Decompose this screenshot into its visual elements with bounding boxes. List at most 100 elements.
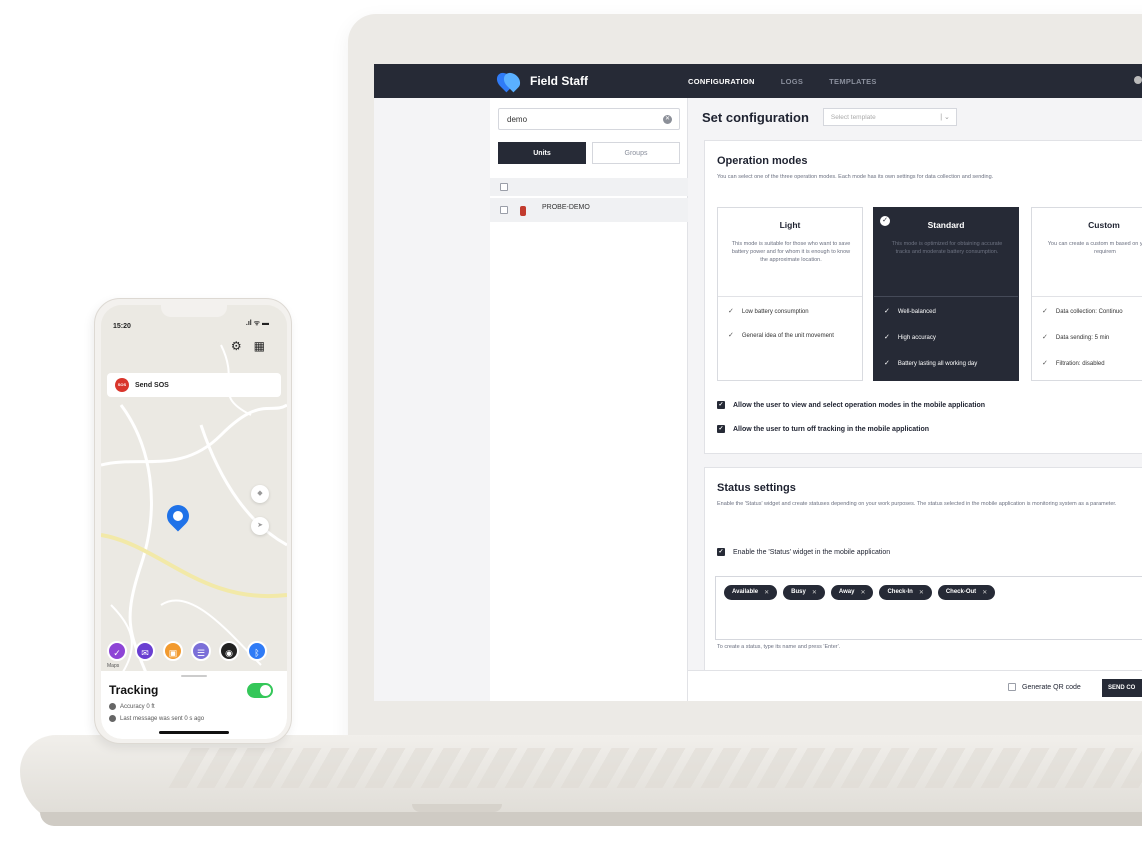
check-icon: ✓ [1042, 308, 1048, 315]
bluetooth-app-icon[interactable]: ᛒ [247, 641, 267, 661]
template-placeholder: Select template [830, 114, 876, 121]
select-all-checkbox[interactable] [500, 183, 508, 191]
mode-name: Light [779, 220, 801, 230]
laptop-notch [412, 804, 502, 812]
checkbox-checked-icon[interactable]: ✓ [717, 401, 725, 409]
remove-icon[interactable]: ✕ [982, 589, 987, 596]
maps-attribution: Maps [107, 663, 120, 669]
remove-icon[interactable]: ✕ [860, 589, 865, 596]
status-input[interactable]: Available ✕ Busy ✕ Away ✕ Check-In ✕ Check-O… [715, 576, 1142, 640]
status-chip[interactable]: Check-Out ✕ [937, 585, 996, 600]
search-value: demo [507, 115, 528, 124]
tracking-toggle[interactable] [247, 683, 273, 698]
tab-logs[interactable]: LOGS [781, 77, 803, 86]
check-icon: ✓ [728, 308, 734, 315]
checkbox-checked-icon[interactable]: ✓ [717, 425, 725, 433]
status-chip[interactable]: Check-In ✕ [879, 585, 932, 600]
status-chip[interactable]: Busy ✕ [783, 585, 825, 600]
divider [874, 296, 1018, 297]
segment-units[interactable]: Units [498, 142, 586, 164]
mode-feature: ✓ Battery lasting all working day [884, 360, 978, 367]
send-config-button[interactable]: SEND CO [1102, 679, 1142, 697]
mode-standard[interactable]: ✓ Standard This mode is optimized for ob… [873, 207, 1019, 381]
grid-icon[interactable]: ▦ [254, 339, 265, 353]
clear-icon[interactable]: ✕ [663, 115, 672, 124]
mode-custom[interactable]: Custom You can create a custom m based o… [1031, 207, 1142, 381]
sheet-handle[interactable] [181, 675, 207, 677]
qr-checkbox[interactable] [1008, 683, 1016, 691]
search-input[interactable]: demo ✕ [498, 108, 680, 130]
accuracy-icon [109, 703, 116, 710]
send-sos-button[interactable]: SOS Send SOS [107, 373, 281, 397]
user-icon[interactable] [1134, 76, 1142, 84]
option-view-select-modes[interactable]: ✓ Allow the user to view and select oper… [717, 401, 985, 409]
status-chip[interactable]: Available ✕ [724, 585, 778, 600]
config-header: Set configuration Select template | ⌄ [702, 108, 957, 126]
phone-notch [161, 305, 227, 317]
checkbox-checked-icon[interactable]: ✓ [717, 548, 725, 556]
mode-description: You can create a custom m based on your … [1047, 241, 1142, 255]
sos-label: Send SOS [135, 381, 169, 389]
sos-icon: SOS [115, 378, 129, 392]
qr-label: Generate QR code [1022, 683, 1081, 691]
signal-battery-icon: .ıl ᯤ ▬ [245, 320, 269, 327]
tab-configuration[interactable]: CONFIGURATION [688, 77, 755, 86]
divider [718, 296, 862, 297]
photo-app-icon[interactable]: ▣ [163, 641, 183, 661]
mode-feature: ✓ Well-balanced [884, 308, 936, 315]
status-time: 15:20 [113, 323, 131, 330]
page-title: Set configuration [702, 109, 809, 125]
unit-row[interactable]: PROBE-DEMO [490, 198, 688, 222]
tracking-title: Tracking [109, 683, 159, 697]
remove-icon[interactable]: ✕ [764, 589, 769, 596]
layers-icon[interactable]: ◆ [251, 485, 269, 503]
check-icon: ✓ [884, 360, 890, 367]
status-chip[interactable]: Away ✕ [830, 585, 874, 600]
chat-app-icon[interactable]: ✉ [135, 641, 155, 661]
locate-icon[interactable]: ➤ [251, 517, 269, 535]
laptop-base-edge [40, 812, 1142, 826]
status-settings-title: Status settings [717, 482, 796, 494]
status-hint: To create a status, type its name and pr… [717, 644, 841, 650]
brand[interactable]: Field Staff [498, 70, 688, 92]
check-app-icon[interactable]: ✓ [107, 641, 127, 661]
mode-feature: ✓ Low battery consumption [728, 308, 809, 315]
mode-description: This mode is optimized for obtaining acc… [891, 241, 1003, 255]
unit-icon [520, 206, 526, 216]
status-settings-card: Status settings Enable the 'Status' widg… [704, 467, 1142, 677]
check-icon: ✓ [728, 332, 734, 339]
option-turn-off-tracking[interactable]: ✓ Allow the user to turn off tracking in… [717, 425, 929, 433]
operation-modes-description: You can select one of the three operatio… [717, 174, 994, 180]
divider [1032, 296, 1142, 297]
mode-feature: ✓ Data collection: Continuo [1042, 308, 1123, 315]
check-icon: ✓ [884, 334, 890, 341]
phone-top-icons: ⚙ ▦ [231, 339, 265, 353]
status-settings-description: Enable the 'Status' widget and create st… [717, 501, 1117, 507]
status-chips: Available ✕ Busy ✕ Away ✕ Check-In ✕ Check-O… [724, 585, 996, 600]
generate-qr-option[interactable]: Generate QR code [1008, 683, 1081, 691]
segment-groups[interactable]: Groups [592, 142, 680, 164]
clock-icon [109, 715, 116, 722]
settings-icon[interactable]: ⚙ [231, 339, 242, 353]
remove-icon[interactable]: ✕ [919, 589, 924, 596]
template-select[interactable]: Select template | ⌄ [822, 108, 957, 126]
tab-templates[interactable]: TEMPLATES [829, 77, 877, 86]
laptop-screen: Field Staff CONFIGURATION LOGS TEMPLATES… [374, 64, 1142, 701]
top-nav: Field Staff CONFIGURATION LOGS TEMPLATES [374, 64, 1142, 98]
operation-modes-card: Operation modes You can select one of th… [704, 140, 1142, 454]
unit-checkbox[interactable] [500, 206, 508, 214]
check-icon: ✓ [1042, 360, 1048, 367]
laptop-keyboard [168, 748, 1142, 788]
remove-icon[interactable]: ✕ [812, 589, 817, 596]
form-app-icon[interactable]: ☰ [191, 641, 211, 661]
mode-name: Custom [1088, 220, 1120, 230]
mode-name: Standard [927, 220, 965, 230]
home-indicator [159, 731, 229, 734]
logo-icon [498, 70, 520, 92]
option-enable-status-widget[interactable]: ✓ Enable the 'Status' widget in the mobi… [717, 548, 890, 556]
camera-app-icon[interactable]: ◉ [219, 641, 239, 661]
check-icon: ✓ [884, 308, 890, 315]
mode-light[interactable]: Light This mode is suitable for those wh… [717, 207, 863, 381]
chevron-down-icon: | ⌄ [940, 114, 950, 121]
mode-feature: ✓ General idea of the unit movement [728, 332, 834, 339]
